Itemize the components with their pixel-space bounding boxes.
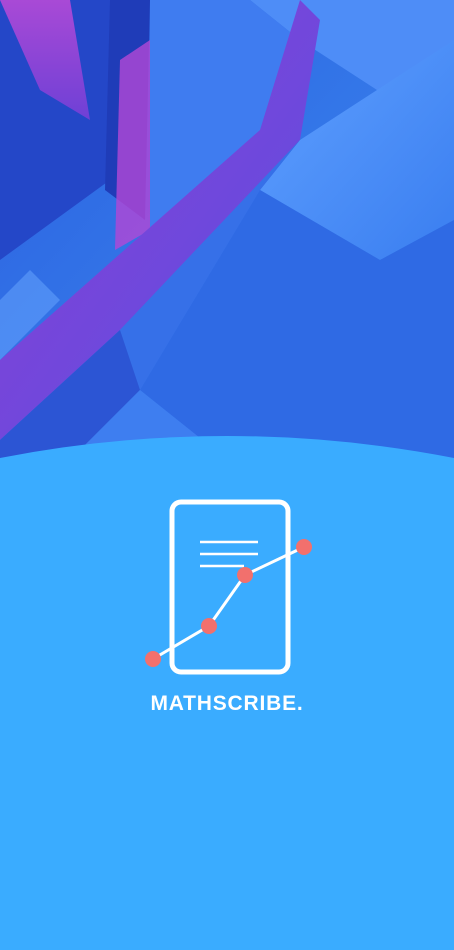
document-outline bbox=[169, 499, 291, 675]
chart-point-2 bbox=[201, 618, 217, 634]
chart-line bbox=[152, 545, 305, 661]
chart-point-4 bbox=[296, 539, 312, 555]
document-chart-icon bbox=[145, 499, 312, 675]
logo-block: MATHSCRIBE. bbox=[0, 495, 454, 730]
brand-name: MATHSCRIBE. bbox=[150, 692, 304, 715]
chart-point-3 bbox=[237, 567, 253, 583]
chart-point-1 bbox=[145, 651, 161, 667]
splash-screen: MATHSCRIBE. bbox=[0, 0, 454, 950]
curved-divider bbox=[0, 436, 454, 490]
abstract-shapes-image bbox=[0, 0, 454, 470]
hero-background-image bbox=[0, 0, 454, 470]
